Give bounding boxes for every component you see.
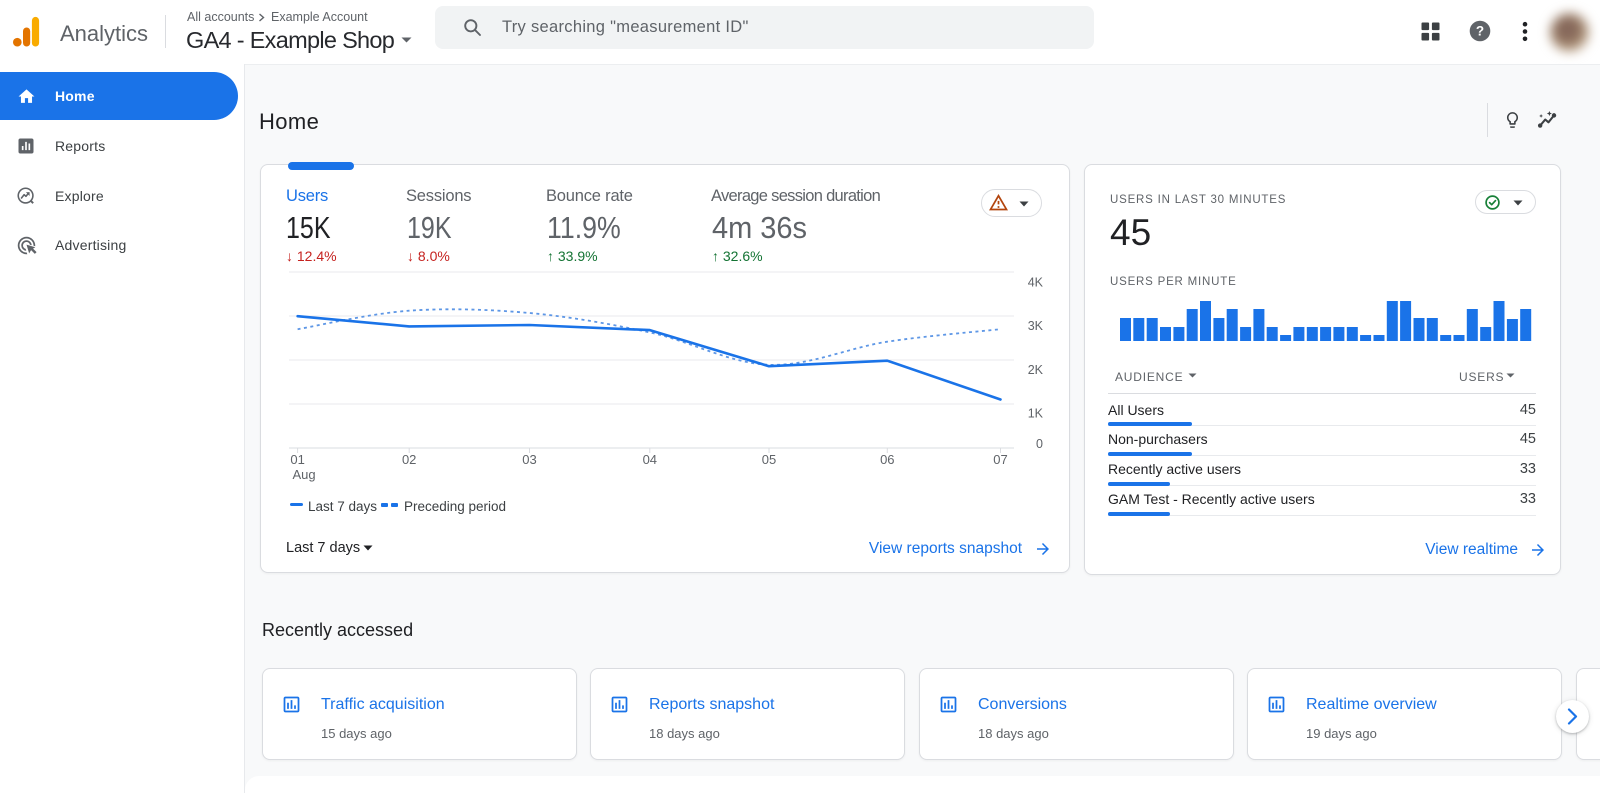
svg-text:04: 04	[643, 452, 657, 467]
svg-text:05: 05	[762, 452, 776, 467]
svg-text:4K: 4K	[1028, 276, 1044, 290]
svg-text:07: 07	[993, 452, 1007, 467]
svg-text:01: 01	[290, 452, 304, 467]
svg-text:3K: 3K	[1028, 319, 1044, 333]
svg-text:Aug: Aug	[293, 467, 316, 482]
svg-text:2K: 2K	[1028, 363, 1044, 377]
svg-text:1K: 1K	[1028, 407, 1044, 421]
svg-text:?: ?	[1476, 24, 1484, 39]
svg-text:02: 02	[402, 452, 416, 467]
svg-text:0: 0	[1036, 437, 1043, 451]
svg-text:03: 03	[522, 452, 536, 467]
svg-text:06: 06	[880, 452, 894, 467]
